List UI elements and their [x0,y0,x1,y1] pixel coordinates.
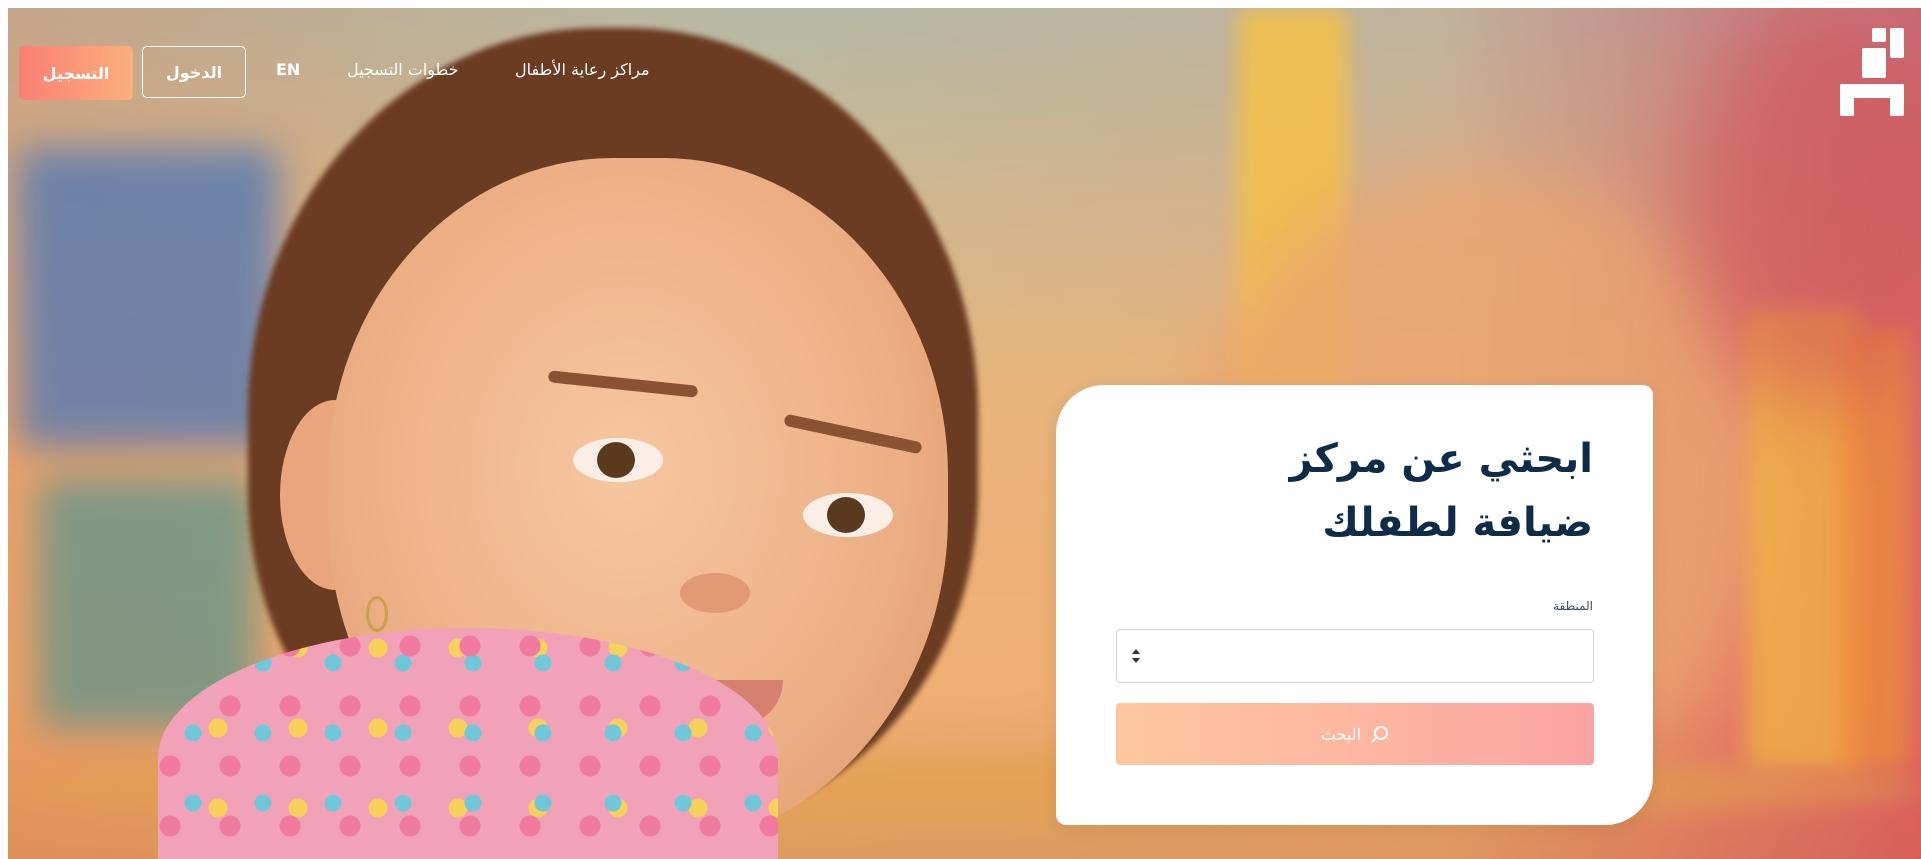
register-button[interactable]: التسجيل [19,46,133,100]
girl-eye-right [803,493,893,537]
region-select[interactable] [1116,629,1594,683]
page: مراكز رعاية الأطفال خطوات التسجيل EN الد… [0,0,1921,859]
search-card-title: ابحثي عن مركز ضيافة لطفلك [1289,436,1593,546]
nav-registration-steps[interactable]: خطوات التسجيل [347,60,459,79]
nav-childcare-centers[interactable]: مراكز رعاية الأطفال [515,60,650,79]
background-blur-blue [18,148,278,448]
search-button-label: البحث [1320,724,1362,744]
nav-language-toggle[interactable]: EN [276,60,300,79]
sort-arrows-icon [1131,646,1141,666]
search-card: ابحثي عن مركز ضيافة لطفلك المنطقة البحث [1056,385,1653,825]
brand-logo[interactable] [1836,24,1908,120]
search-icon [1371,726,1389,743]
girl-nose [680,573,750,613]
girl-earring [366,596,388,632]
search-button[interactable]: البحث [1116,703,1594,765]
login-button[interactable]: الدخول [142,46,246,98]
region-label: المنطقة [1553,599,1593,613]
girl-eye-left [573,438,663,482]
